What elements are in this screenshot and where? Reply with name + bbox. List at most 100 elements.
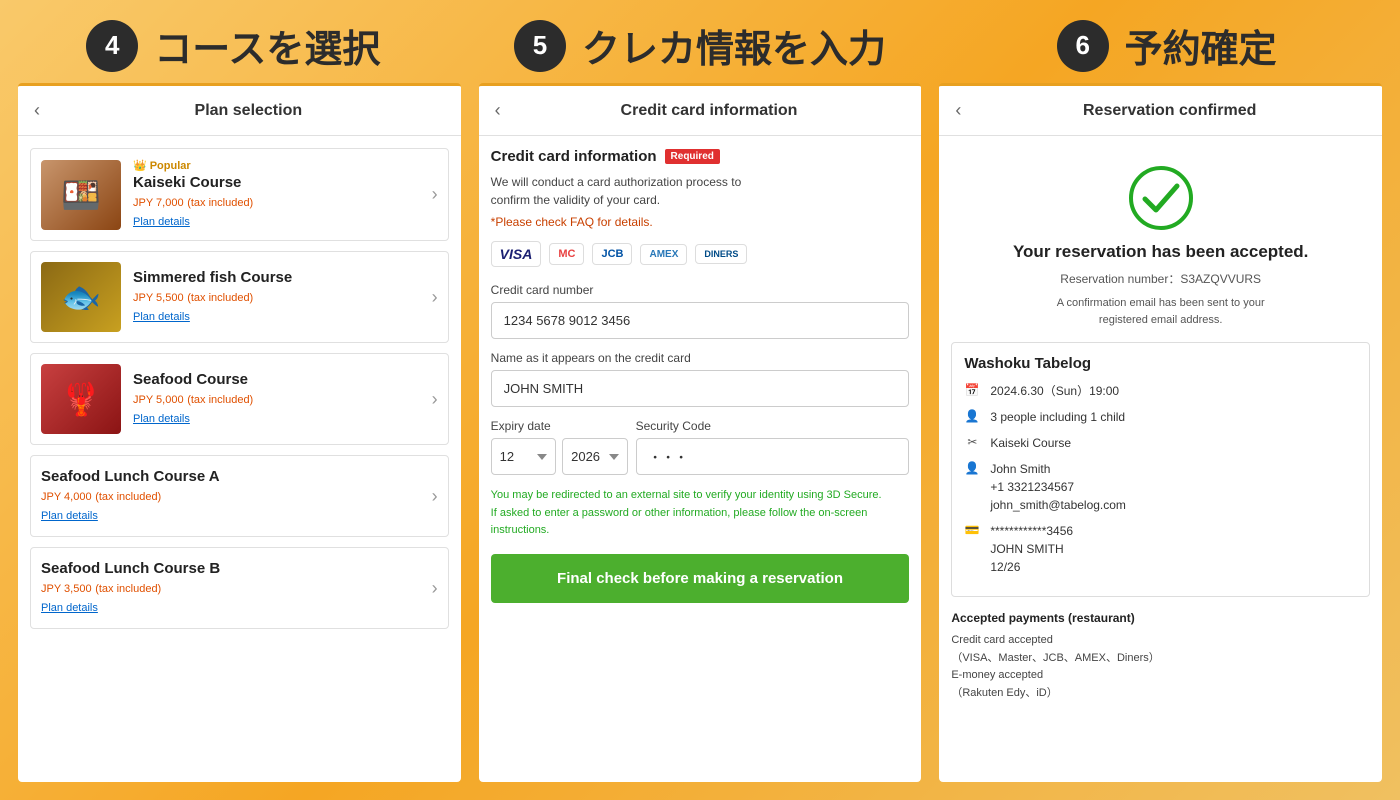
course-icon: ✂	[964, 435, 980, 449]
confirmed-guests: 3 people including 1 child	[990, 408, 1357, 426]
step6-header: 6 予約確定	[933, 18, 1400, 73]
plan-seafood-lunch-a-price: JPY 4,000 (tax included)	[41, 488, 424, 503]
emoney-accepted-brands: （Rakuten Edy、iD）	[951, 685, 1370, 703]
card-logos: VISA MC JCB AMEX DINERS	[491, 241, 910, 267]
plan-simmered-price: JPY 5,500 (tax included)	[133, 289, 424, 304]
confirmed-date-row: 📅 2024.6.30（Sun）19:00	[964, 382, 1357, 400]
security-col: Security Code	[636, 419, 910, 475]
cc-name-input[interactable]	[491, 370, 910, 407]
confirmed-contact: John Smith +1 3321234567 john_smith@tabe…	[990, 460, 1357, 514]
panel2-content: Credit card information Required We will…	[479, 136, 922, 782]
security-code-input[interactable]	[636, 438, 910, 475]
cc-section-title: Credit card information Required	[491, 148, 910, 165]
plan-kaiseki-image: 🍱	[41, 160, 121, 230]
panel1-header: ‹ Plan selection	[18, 86, 461, 136]
cc-name-label: Name as it appears on the credit card	[491, 351, 910, 365]
panel3-title: Reservation confirmed	[973, 102, 1366, 120]
panels-row: ‹ Plan selection 🍱 👑 Popular Kaiseki Cou…	[0, 83, 1400, 800]
plan-seafood-image: 🦞	[41, 364, 121, 434]
panel1-title: Plan selection	[52, 102, 445, 120]
step4-circle: 4	[86, 20, 138, 72]
confirmed-check-icon-container	[951, 166, 1370, 230]
plan-simmered-image: 🐟	[41, 262, 121, 332]
panel2-header: ‹ Credit card information	[479, 86, 922, 136]
cc-faq-link[interactable]: *Please check FAQ for details.	[491, 215, 910, 229]
step6-title: 予約確定	[1125, 18, 1277, 73]
plan-item-seafood-lunch-a[interactable]: Seafood Lunch Course A JPY 4,000 (tax in…	[30, 455, 449, 537]
payments-section: Accepted payments (restaurant) Credit ca…	[951, 609, 1370, 703]
panel2-back-button[interactable]: ‹	[495, 100, 501, 121]
confirmed-contact-row: 👤 John Smith +1 3321234567 john_smith@ta…	[964, 460, 1357, 514]
plan-seafood-lunch-b-name: Seafood Lunch Course B	[41, 560, 424, 577]
emoney-accepted-label: E-money accepted	[951, 667, 1370, 685]
plan-simmered-details-link[interactable]: Plan details	[133, 311, 190, 323]
expiry-year-select[interactable]: 2026	[562, 438, 627, 475]
panel3-content: Your reservation has been accepted. Rese…	[939, 136, 1382, 782]
step4-title: コースを選択	[154, 18, 380, 73]
step5-header: 5 クレカ情報を入力	[467, 18, 934, 73]
plan-seafood-lunch-a-name: Seafood Lunch Course A	[41, 468, 424, 485]
cc-number-label: Credit card number	[491, 283, 910, 297]
plan-simmered-info: Simmered fish Course JPY 5,500 (tax incl…	[133, 269, 424, 325]
plan-kaiseki-name: Kaiseki Course	[133, 174, 424, 191]
plan-kaiseki-popular: 👑 Popular	[133, 159, 424, 172]
plan-item-seafood[interactable]: 🦞 Seafood Course JPY 5,000 (tax included…	[30, 353, 449, 445]
step6-circle: 6	[1057, 20, 1109, 72]
confirmed-card-info: ************3456 JOHN SMITH 12/26	[990, 522, 1357, 576]
person-icon: 👤	[964, 461, 980, 475]
amex-logo: AMEX	[640, 244, 687, 265]
confirmed-email-note: A confirmation email has been sent to yo…	[951, 295, 1370, 328]
cc-number-input[interactable]	[491, 302, 910, 339]
confirmed-card-row: 💳 ************3456 JOHN SMITH 12/26	[964, 522, 1357, 576]
calendar-icon: 📅	[964, 383, 980, 397]
plan-seafood-details-link[interactable]: Plan details	[133, 413, 190, 425]
final-check-button[interactable]: Final check before making a reservation	[491, 554, 910, 603]
plan-seafood-lunch-b-arrow: ›	[432, 578, 438, 599]
expiry-month-select[interactable]: 12	[491, 438, 556, 475]
mastercard-logo: MC	[549, 243, 584, 265]
confirmed-restaurant-name: Washoku Tabelog	[964, 355, 1357, 372]
plan-simmered-name: Simmered fish Course	[133, 269, 424, 286]
guests-icon: 👤	[964, 409, 980, 423]
plan-kaiseki-arrow: ›	[432, 184, 438, 205]
plan-seafood-name: Seafood Course	[133, 371, 424, 388]
card-accepted-brands: （VISA、Master、JCB、AMEX、Diners）	[951, 650, 1370, 668]
step4-header: 4 コースを選択	[0, 18, 467, 73]
payments-title: Accepted payments (restaurant)	[951, 609, 1370, 628]
card-accepted-label: Credit card accepted	[951, 632, 1370, 650]
check-circle-icon	[1129, 166, 1193, 230]
panel3-header: ‹ Reservation confirmed	[939, 86, 1382, 136]
cc-3d-secure-warning: You may be redirected to an external sit…	[491, 487, 910, 540]
header-row: 4 コースを選択 5 クレカ情報を入力 6 予約確定	[0, 0, 1400, 83]
panel3-back-button[interactable]: ‹	[955, 100, 961, 121]
plan-item-kaiseki[interactable]: 🍱 👑 Popular Kaiseki Course JPY 7,000 (ta…	[30, 148, 449, 241]
plan-seafood-lunch-b-details-link[interactable]: Plan details	[41, 602, 98, 614]
panel2-title: Credit card information	[513, 102, 906, 120]
expiry-label: Expiry date	[491, 419, 628, 433]
confirmed-res-number: Reservation number：S3AZQVVURS	[951, 270, 1370, 287]
plan-kaiseki-info: 👑 Popular Kaiseki Course JPY 7,000 (tax …	[133, 159, 424, 230]
required-badge: Required	[665, 149, 720, 164]
plan-seafood-lunch-a-details-link[interactable]: Plan details	[41, 510, 98, 522]
step5-title: クレカ情報を入力	[582, 18, 886, 73]
plan-kaiseki-details-link[interactable]: Plan details	[133, 216, 190, 228]
expiry-col: Expiry date 12 2026	[491, 419, 628, 475]
plan-seafood-arrow: ›	[432, 389, 438, 410]
creditcard-icon: 💳	[964, 523, 980, 537]
confirmed-guests-row: 👤 3 people including 1 child	[964, 408, 1357, 426]
plan-seafood-lunch-a-info: Seafood Lunch Course A JPY 4,000 (tax in…	[41, 468, 424, 524]
plan-simmered-arrow: ›	[432, 287, 438, 308]
plan-item-seafood-lunch-b[interactable]: Seafood Lunch Course B JPY 3,500 (tax in…	[30, 547, 449, 629]
step5-circle: 5	[514, 20, 566, 72]
cc-description: We will conduct a card authorization pro…	[491, 173, 910, 209]
confirmed-booking-card: Washoku Tabelog 📅 2024.6.30（Sun）19:00 👤 …	[951, 342, 1370, 597]
expiry-security-row: Expiry date 12 2026 Security Code	[491, 419, 910, 475]
plan-item-simmered[interactable]: 🐟 Simmered fish Course JPY 5,500 (tax in…	[30, 251, 449, 343]
visa-logo: VISA	[491, 241, 542, 267]
confirmed-course-row: ✂ Kaiseki Course	[964, 434, 1357, 452]
plan-seafood-lunch-a-arrow: ›	[432, 486, 438, 507]
panel-reservation-confirmed: ‹ Reservation confirmed Your reservation…	[939, 83, 1382, 782]
confirmed-date: 2024.6.30（Sun）19:00	[990, 382, 1357, 400]
security-label: Security Code	[636, 419, 910, 433]
panel1-back-button[interactable]: ‹	[34, 100, 40, 121]
